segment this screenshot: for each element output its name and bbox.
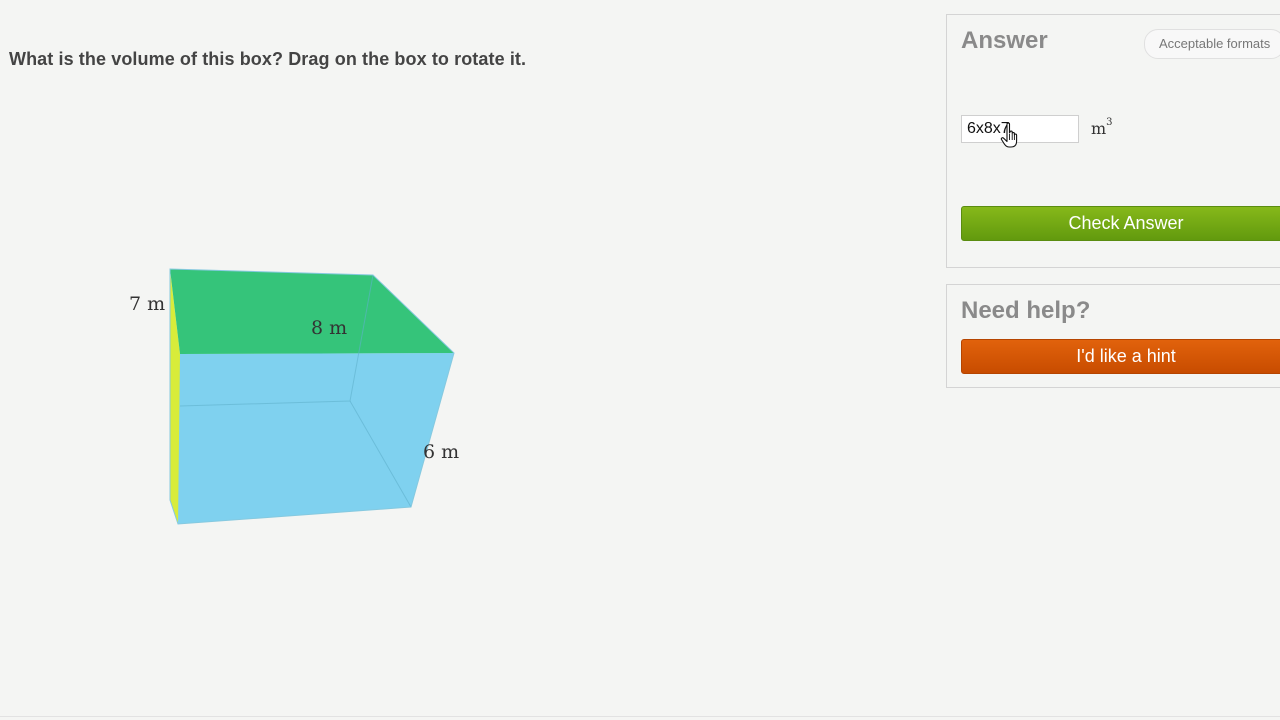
unit-base: m — [1091, 119, 1107, 138]
answer-input[interactable] — [961, 115, 1079, 143]
check-answer-button[interactable]: Check Answer — [961, 206, 1280, 241]
bottom-divider — [0, 716, 1280, 717]
acceptable-formats-button[interactable]: Acceptable formats — [1144, 29, 1280, 59]
width-label: 6 m — [423, 441, 460, 463]
box-front-face[interactable] — [178, 353, 454, 524]
answer-unit: m3 — [1091, 116, 1113, 138]
exercise-page: What is the volume of this box? Drag on … — [0, 0, 1280, 720]
answer-panel: Answer Acceptable formats m3 Check Answe… — [946, 14, 1280, 268]
unit-exponent: 3 — [1106, 116, 1113, 128]
box-canvas[interactable]: 7 m 8 m 6 m — [0, 0, 940, 720]
help-title: Need help? — [961, 297, 1091, 324]
length-label: 8 m — [311, 317, 348, 339]
rotatable-box[interactable] — [0, 0, 940, 720]
hint-button[interactable]: I'd like a hint — [961, 339, 1280, 374]
answer-title: Answer — [961, 27, 1048, 54]
help-panel: Need help? I'd like a hint — [946, 284, 1280, 388]
height-label: 7 m — [129, 293, 166, 315]
